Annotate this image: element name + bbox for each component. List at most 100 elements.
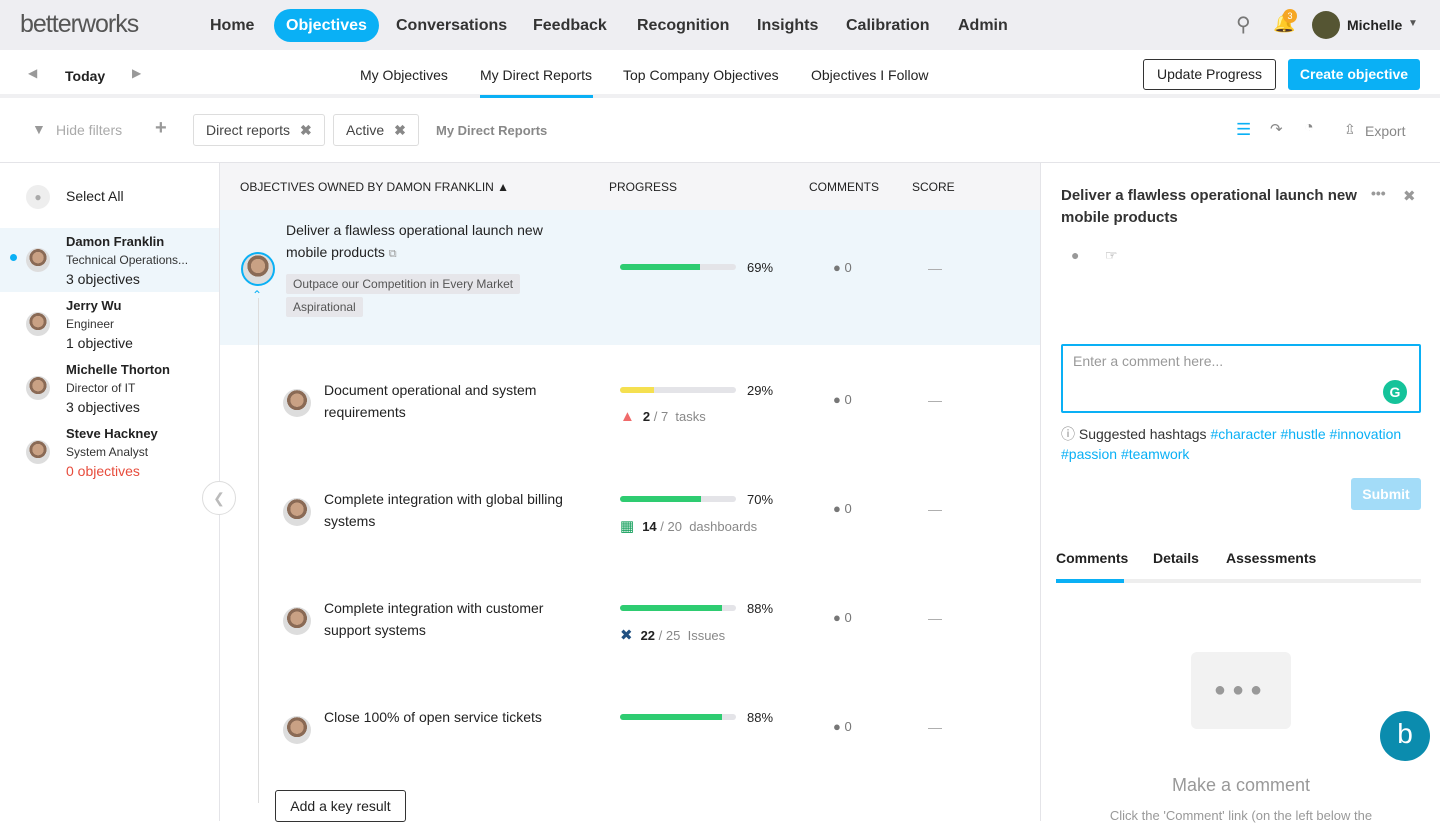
chat-launcher-button[interactable]: b	[1380, 711, 1430, 761]
tab-my-objectives[interactable]: My Objectives	[360, 67, 448, 98]
comments-count[interactable]: ● 0	[833, 260, 852, 275]
panel-title: Deliver a flawless operational launch ne…	[1061, 187, 1357, 226]
total-count: / 7	[653, 409, 669, 424]
hashtag[interactable]: #hustle	[1280, 426, 1325, 442]
comment-icon: ●	[833, 610, 841, 625]
tag-aspirational[interactable]: Aspirational	[286, 297, 363, 317]
tab-comments[interactable]: Comments	[1056, 550, 1128, 583]
comments-count[interactable]: ● 0	[833, 501, 852, 516]
person-steve-hackney[interactable]: Steve Hackney System Analyst 0 objective…	[0, 420, 219, 484]
objective-title[interactable]: Deliver a flawless operational launch ne…	[286, 219, 576, 265]
nav-admin[interactable]: Admin	[946, 9, 1020, 42]
balloon-icon[interactable]: ●	[1071, 247, 1079, 263]
hide-filters-button[interactable]: Hide filters	[56, 122, 122, 138]
tree-view-icon[interactable]: ↷	[1270, 120, 1283, 138]
nav-conversations[interactable]: Conversations	[384, 9, 519, 42]
objective-count: 1 objective	[66, 335, 133, 351]
unit: dashboards	[689, 519, 758, 534]
person-role: Director of IT	[66, 381, 136, 395]
nav-feedback[interactable]: Feedback	[521, 9, 619, 42]
tab-top-company-objectives[interactable]: Top Company Objectives	[623, 67, 779, 98]
tab-details[interactable]: Details	[1153, 550, 1199, 566]
person-name: Steve Hackney	[66, 426, 158, 441]
select-all[interactable]: Select All	[66, 188, 124, 204]
pie-chart-icon[interactable]: ◔	[1304, 119, 1314, 137]
grammarly-icon[interactable]: G	[1383, 380, 1407, 404]
hashtag[interactable]: #character	[1210, 426, 1276, 442]
sort-up-icon: ▲	[497, 180, 510, 194]
key-result-title[interactable]: Close 100% of open service tickets	[324, 706, 594, 728]
close-icon[interactable]: ✖	[300, 122, 312, 138]
add-key-result-button[interactable]: Add a key result	[275, 790, 406, 822]
export-button[interactable]: Export	[1365, 123, 1405, 139]
search-icon[interactable]: ⚲	[1236, 12, 1251, 37]
period-label: Today	[65, 68, 106, 84]
user-name[interactable]: Michelle	[1347, 17, 1402, 33]
unit: tasks	[675, 409, 706, 424]
key-result-title[interactable]: Complete integration with customer suppo…	[324, 597, 594, 641]
col-owner[interactable]: OBJECTIVES OWNED BY DAMON FRANKLIN ▲	[240, 180, 509, 194]
owner-avatar	[283, 716, 311, 744]
collapse-sidebar-button[interactable]: ❮	[202, 481, 236, 515]
person-role: Engineer	[66, 317, 115, 331]
notification-badge: 3	[1283, 9, 1297, 23]
tab-objectives-i-follow[interactable]: Objectives I Follow	[811, 67, 928, 98]
pointing-hand-icon[interactable]: ☞	[1105, 247, 1118, 264]
key-result-row[interactable]: Complete integration with customer suppo…	[220, 581, 1040, 690]
key-result-row[interactable]: Close 100% of open service tickets 88% ●…	[220, 690, 1040, 799]
nav-insights[interactable]: Insights	[745, 9, 830, 42]
suggested-label: Suggested hashtags	[1078, 426, 1207, 442]
close-icon[interactable]: ✖	[394, 122, 406, 138]
key-result-title[interactable]: Complete integration with global billing…	[324, 488, 594, 532]
score: —	[928, 260, 942, 276]
submit-button[interactable]: Submit	[1351, 478, 1421, 510]
empty-title: Make a comment	[1171, 775, 1311, 795]
comments-count[interactable]: ● 0	[833, 392, 852, 407]
done-count: 14	[642, 519, 657, 534]
prev-period-icon[interactable]: ◀	[28, 66, 37, 80]
filter-chip-active[interactable]: Active ✖	[333, 114, 419, 146]
list-view-icon[interactable]: ☰	[1236, 120, 1251, 140]
people-sidebar: ● Select All Damon Franklin Technical Op…	[0, 163, 236, 821]
tab-assessments[interactable]: Assessments	[1226, 550, 1316, 566]
update-progress-button[interactable]: Update Progress	[1143, 59, 1276, 90]
selected-dot	[10, 254, 17, 261]
key-result-title[interactable]: Document operational and system requirem…	[324, 379, 594, 423]
hashtag[interactable]: #teamwork	[1121, 446, 1189, 462]
comments-count[interactable]: ● 0	[833, 610, 852, 625]
person-role: System Analyst	[66, 445, 149, 459]
nav-objectives[interactable]: Objectives	[274, 9, 379, 42]
caret-down-icon[interactable]: ▼	[1408, 18, 1418, 29]
more-icon[interactable]: •••	[1371, 185, 1386, 201]
comments-count[interactable]: ● 0	[833, 719, 852, 734]
person-jerry-wu[interactable]: Jerry Wu Engineer 1 objective	[0, 292, 219, 356]
export-icon[interactable]: ⇫	[1344, 121, 1356, 138]
objective-row[interactable]: ⌃ Deliver a flawless operational launch …	[220, 210, 1040, 345]
next-period-icon[interactable]: ▶	[132, 66, 141, 80]
nav-calibration[interactable]: Calibration	[834, 9, 942, 42]
filter-chip-direct-reports[interactable]: Direct reports ✖	[193, 114, 325, 146]
list-header: OBJECTIVES OWNED BY DAMON FRANKLIN ▲ PRO…	[220, 163, 1040, 210]
hashtag[interactable]: #passion	[1061, 446, 1117, 462]
progress-percent: 29%	[747, 383, 774, 398]
done-count: 22	[640, 628, 656, 643]
create-objective-button[interactable]: Create objective	[1288, 59, 1420, 90]
person-damon-franklin[interactable]: Damon Franklin Technical Operations... 3…	[0, 228, 219, 292]
total-count: / 25	[658, 628, 681, 643]
nav-home[interactable]: Home	[198, 9, 266, 42]
close-icon[interactable]: ✖	[1403, 187, 1416, 205]
add-filter-icon[interactable]: +	[155, 117, 167, 140]
person-michelle-thorton[interactable]: Michelle Thorton Director of IT 3 object…	[0, 356, 219, 420]
tab-my-direct-reports[interactable]: My Direct Reports	[480, 67, 593, 98]
key-result-row[interactable]: Document operational and system requirem…	[220, 363, 1040, 472]
nav-recognition[interactable]: Recognition	[625, 9, 741, 42]
tag-parent[interactable]: Outpace our Competition in Every Market	[286, 274, 521, 294]
comment-input[interactable]: Enter a comment here... G	[1061, 344, 1421, 413]
comment-count: 0	[844, 260, 852, 275]
col-progress: PROGRESS	[609, 180, 678, 194]
suggested-hashtags: ⓘ Suggested hashtags #character #hustle …	[1061, 424, 1421, 464]
comment-icon: ●	[833, 501, 841, 516]
hashtag[interactable]: #innovation	[1330, 426, 1402, 442]
key-result-row[interactable]: Complete integration with global billing…	[220, 472, 1040, 581]
user-avatar[interactable]	[1312, 11, 1340, 39]
